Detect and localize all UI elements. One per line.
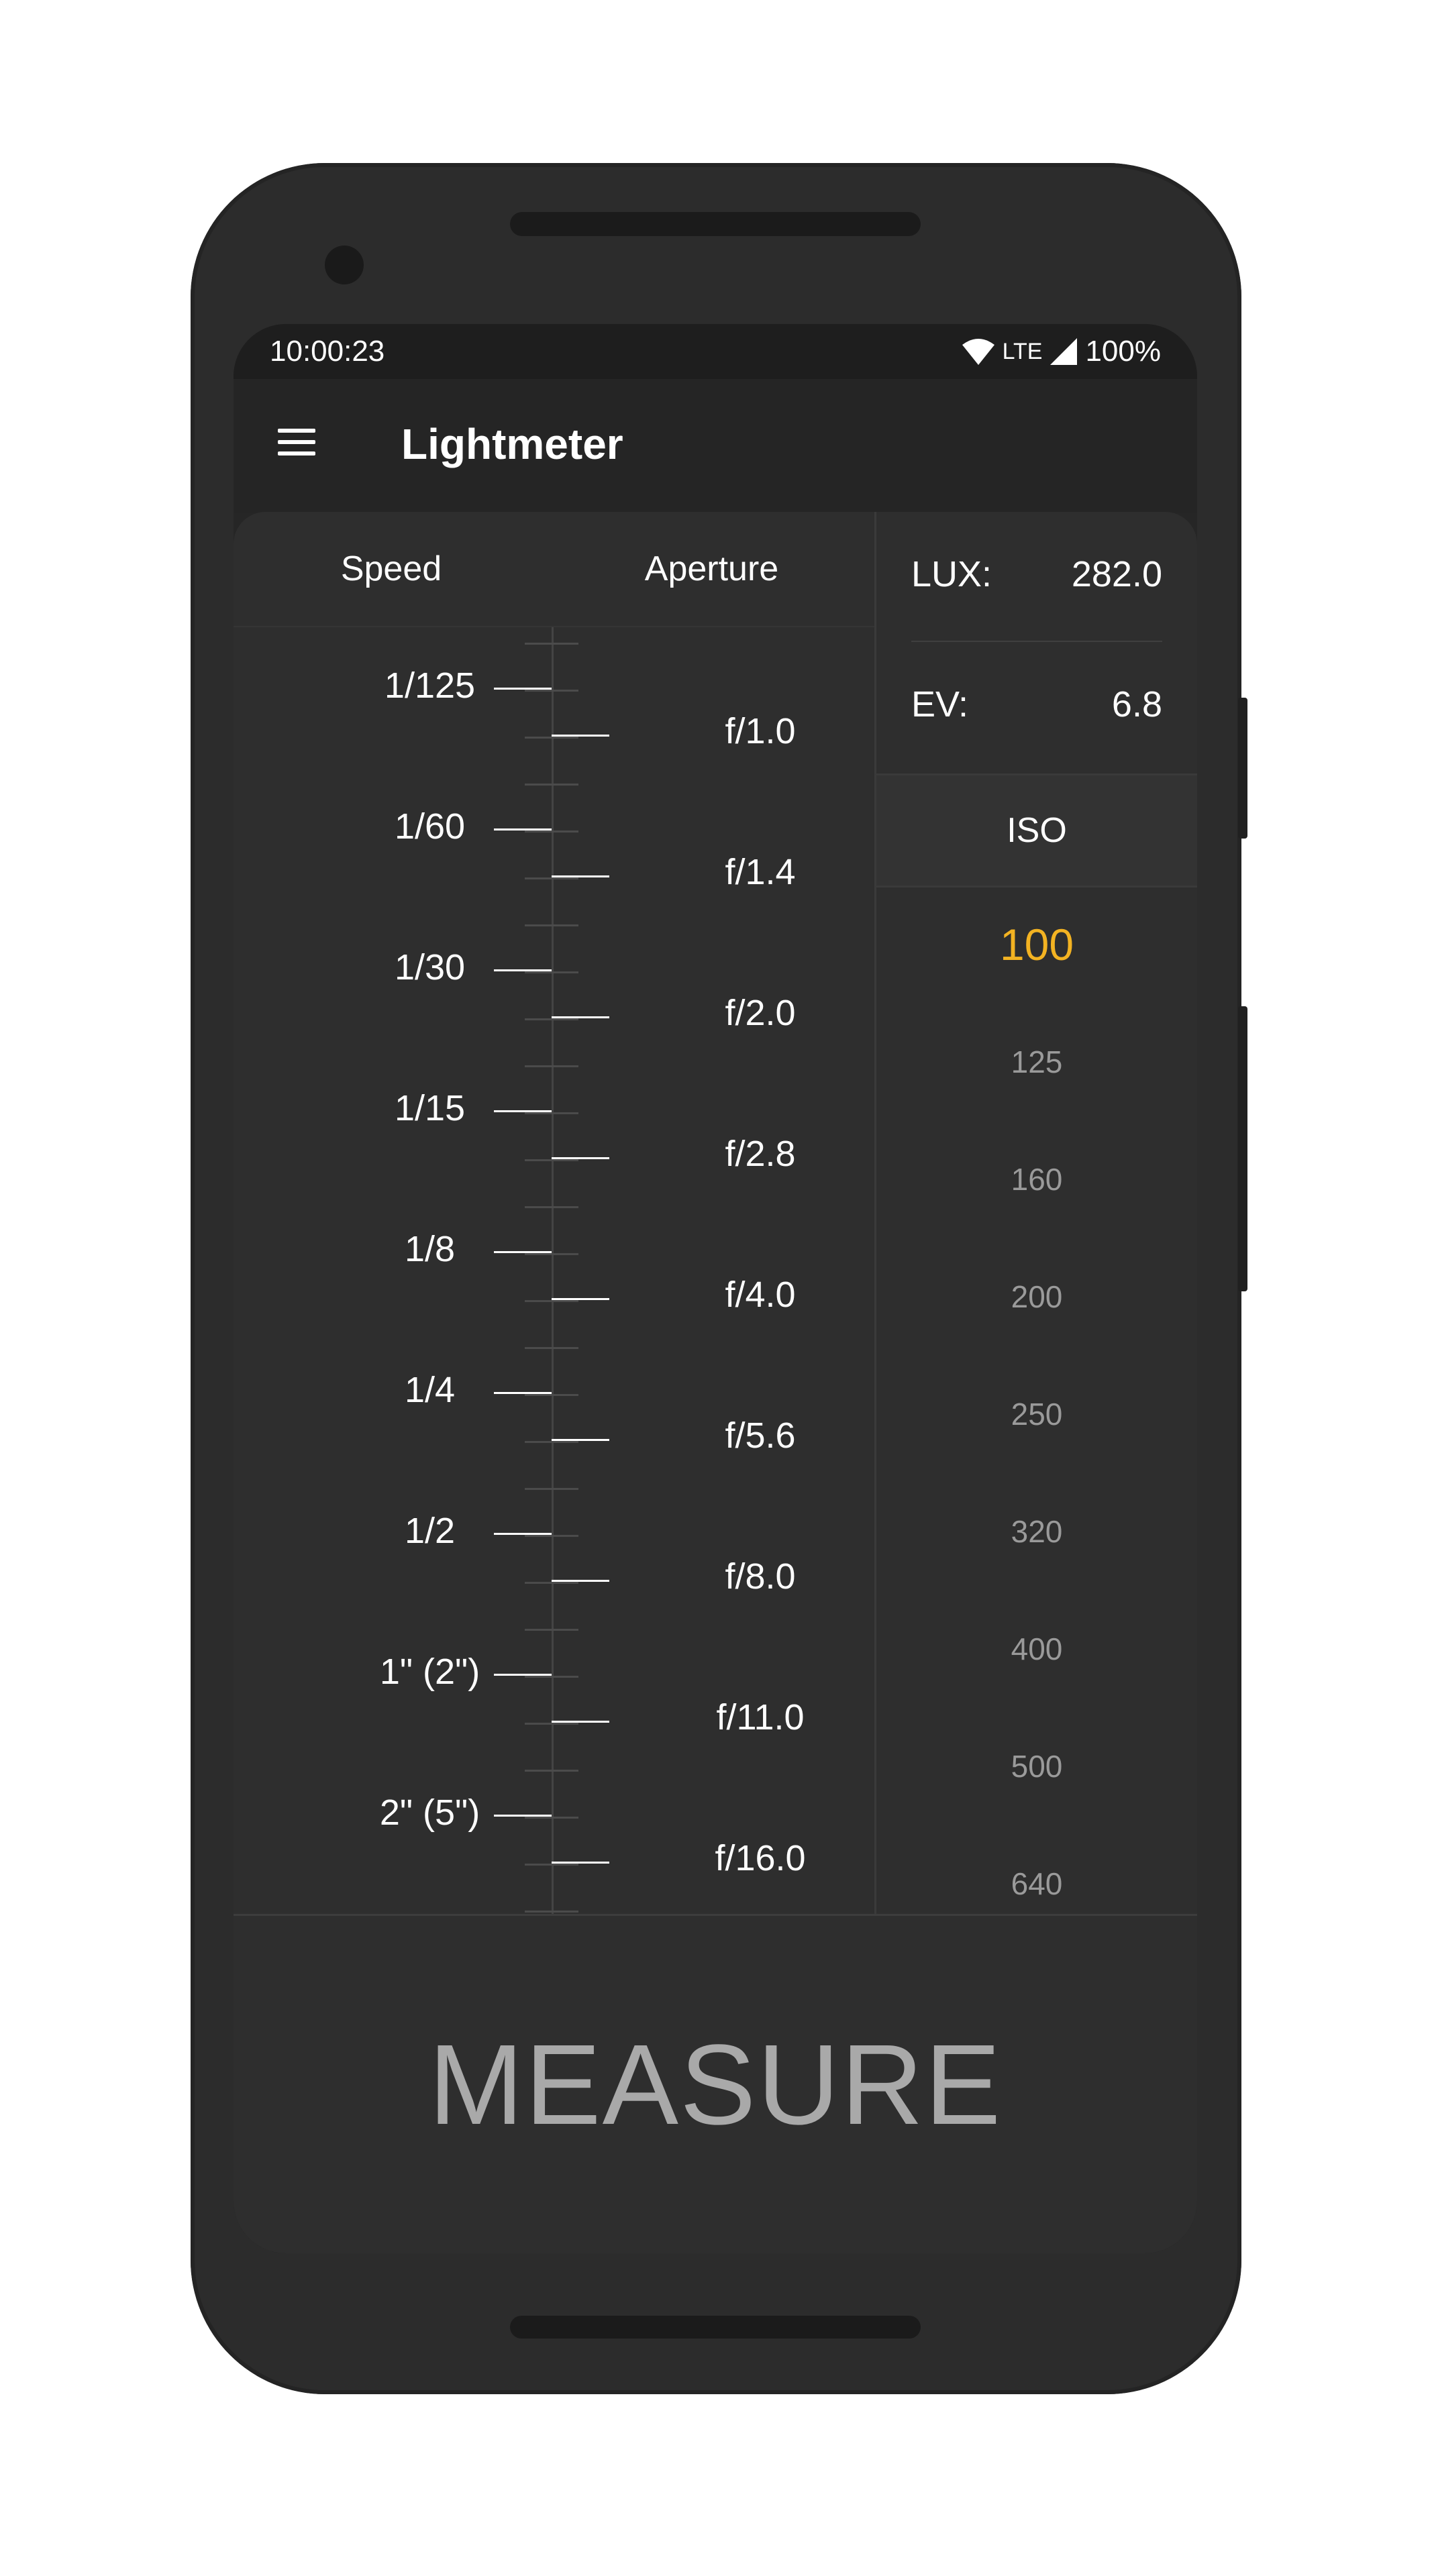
- scale-minor-tick: [525, 1864, 578, 1866]
- scale-minor-tick: [525, 1629, 578, 1631]
- screen: 10:00:23 LTE 100% Lightmeter Speed Apert…: [234, 324, 1197, 2253]
- iso-option[interactable]: 125: [876, 1044, 1197, 1080]
- speed-value: 2" (5"): [379, 1792, 480, 1833]
- scale-minor-tick: [525, 1911, 578, 1913]
- status-bar: 10:00:23 LTE 100%: [234, 324, 1197, 379]
- iso-header: ISO: [876, 773, 1197, 888]
- app-bar: Lightmeter: [234, 379, 1197, 513]
- speed-value: 1/30: [394, 947, 466, 987]
- lux-label: LUX:: [911, 554, 992, 594]
- aperture-value: f/8.0: [725, 1556, 796, 1597]
- iso-option[interactable]: 320: [876, 1513, 1197, 1550]
- speed-value: 1/2: [404, 1511, 456, 1551]
- aperture-value: f/1.4: [725, 852, 796, 892]
- aperture-value: f/11.0: [716, 1697, 805, 1737]
- bottom-speaker: [510, 2316, 921, 2339]
- scale-minor-tick: [525, 1018, 578, 1020]
- status-icons: LTE 100%: [961, 335, 1161, 368]
- aperture-tick: [552, 875, 609, 877]
- speed-value: 1/15: [394, 1088, 466, 1128]
- status-time: 10:00:23: [270, 335, 385, 368]
- iso-option[interactable]: 160: [876, 1161, 1197, 1197]
- aperture-value: f/4.0: [725, 1275, 796, 1315]
- app-title: Lightmeter: [401, 420, 623, 468]
- aperture-tick: [552, 1580, 609, 1582]
- speed-value: 1/4: [404, 1370, 456, 1410]
- readings-panel: LUX: 282.0 EV: 6.8 ISO 100 125 160 200 250 32…: [874, 512, 1197, 1914]
- scale-minor-tick: [525, 924, 578, 926]
- scale-minor-tick: [525, 1206, 578, 1208]
- measure-button[interactable]: MEASURE: [234, 1916, 1197, 2253]
- iso-option[interactable]: 250: [876, 1396, 1197, 1432]
- speed-value: 1/60: [394, 806, 466, 847]
- scale-minor-tick: [525, 1441, 578, 1443]
- header-divider: [234, 626, 874, 627]
- scale-minor-tick: [525, 737, 578, 739]
- scale-minor-tick: [525, 784, 578, 786]
- scale-minor-tick: [525, 1770, 578, 1772]
- iso-picker[interactable]: 100 125 160 200 250 320 400 500 640: [876, 888, 1197, 1914]
- meter-card: Speed Aperture 1/125 1/60 1/30 1/15 1/8 1/4 1/…: [234, 512, 1197, 2253]
- aperture-tick: [552, 735, 609, 737]
- scale-minor-tick: [525, 1300, 578, 1302]
- scale-minor-tick: [525, 1582, 578, 1584]
- iso-option[interactable]: 500: [876, 1748, 1197, 1784]
- aperture-value: f/2.0: [725, 993, 796, 1033]
- front-camera: [325, 246, 364, 284]
- scale-minor-tick: [525, 1065, 578, 1067]
- aperture-tick: [552, 1439, 609, 1441]
- scale-minor-tick: [525, 1488, 578, 1490]
- scale-minor-tick: [525, 1723, 578, 1725]
- aperture-column-header: Aperture: [644, 549, 779, 588]
- earpiece-speaker: [510, 212, 921, 236]
- battery-percent: 100%: [1085, 335, 1161, 368]
- power-button: [1238, 698, 1247, 839]
- readings-divider: [911, 641, 1162, 642]
- speed-value: 1" (2"): [379, 1652, 480, 1692]
- iso-selected-value[interactable]: 100: [876, 919, 1197, 970]
- exposure-scale-panel[interactable]: Speed Aperture 1/125 1/60 1/30 1/15 1/8 1/4 1/…: [234, 512, 874, 1914]
- speed-value: 1/8: [404, 1229, 456, 1269]
- signal-icon: [1050, 338, 1078, 365]
- lux-value: 282.0: [1071, 554, 1162, 594]
- speed-column-header: Speed: [340, 549, 442, 588]
- scale-minor-tick: [525, 877, 578, 879]
- aperture-value: f/2.8: [725, 1134, 796, 1174]
- iso-option[interactable]: 640: [876, 1866, 1197, 1902]
- volume-button: [1238, 1006, 1247, 1291]
- speed-value: 1/125: [384, 665, 476, 706]
- scale-minor-tick: [525, 1347, 578, 1349]
- hamburger-menu-icon[interactable]: [274, 419, 319, 465]
- aperture-tick: [552, 1862, 609, 1864]
- aperture-value: f/1.0: [725, 711, 796, 751]
- aperture-tick: [552, 1298, 609, 1300]
- ev-label: EV:: [911, 684, 969, 724]
- scale-minor-tick: [525, 1159, 578, 1161]
- aperture-value: f/16.0: [715, 1838, 806, 1878]
- network-type-label: LTE: [1002, 338, 1043, 364]
- aperture-value: f/5.6: [725, 1415, 796, 1456]
- ev-value: 6.8: [1111, 684, 1162, 724]
- wifi-icon: [962, 339, 994, 365]
- aperture-tick: [552, 1157, 609, 1159]
- iso-option[interactable]: 200: [876, 1279, 1197, 1315]
- iso-option[interactable]: 400: [876, 1631, 1197, 1667]
- aperture-tick: [552, 1016, 609, 1018]
- scale-minor-tick: [525, 643, 578, 645]
- aperture-tick: [552, 1721, 609, 1723]
